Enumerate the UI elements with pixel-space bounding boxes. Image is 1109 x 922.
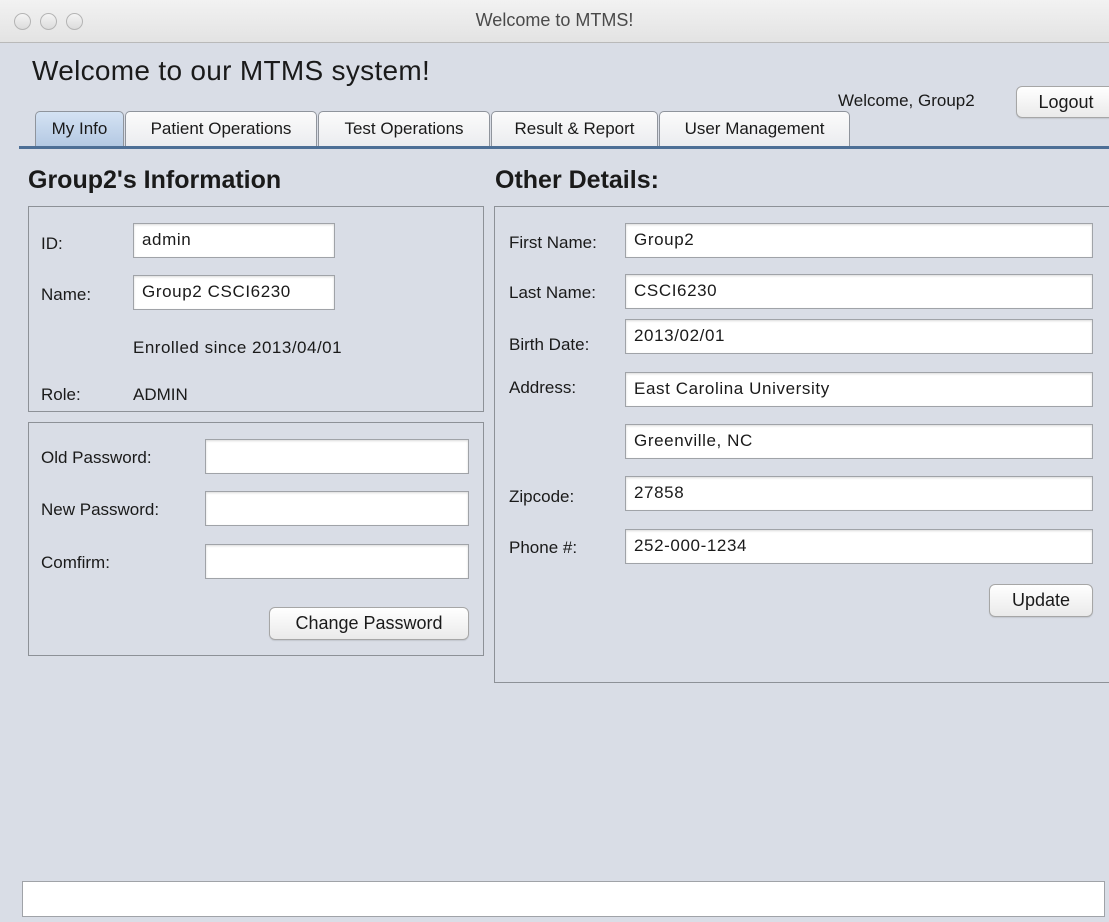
change-password-button[interactable]: Change Password: [269, 607, 469, 640]
id-field[interactable]: admin: [133, 223, 335, 258]
tab-patient-operations[interactable]: Patient Operations: [125, 111, 317, 146]
window-title: Welcome to MTMS!: [475, 10, 634, 30]
tab-result-report[interactable]: Result & Report: [491, 111, 658, 146]
name-label: Name:: [41, 285, 92, 304]
first-name-field[interactable]: Group2: [625, 223, 1093, 258]
last-name-field[interactable]: CSCI6230: [625, 274, 1093, 309]
password-panel: Old Password: New Password: Comfirm: Cha…: [28, 422, 484, 656]
info-section-title: Group2's Information: [28, 166, 282, 194]
update-button[interactable]: Update: [989, 584, 1093, 617]
birth-date-label: Birth Date:: [509, 335, 590, 354]
new-password-field[interactable]: [205, 491, 469, 526]
tab-user-management[interactable]: User Management: [659, 111, 850, 146]
role-value: ADMIN: [133, 385, 188, 404]
role-label: Role:: [41, 385, 81, 404]
first-name-label: First Name:: [509, 233, 597, 252]
address-label: Address:: [509, 378, 577, 397]
address-line2-field[interactable]: Greenville, NC: [625, 424, 1093, 459]
app-window: Welcome to MTMS! Welcome to our MTMS sys…: [0, 0, 1109, 922]
phone-label: Phone #:: [509, 538, 578, 557]
tab-divider: [19, 146, 1109, 149]
address-line1-field[interactable]: East Carolina University: [625, 372, 1093, 407]
id-label: ID:: [41, 234, 63, 253]
tab-my-info[interactable]: My Info: [35, 111, 124, 146]
details-panel: First Name: Group2 Last Name: CSCI6230 B…: [494, 206, 1109, 683]
birth-date-field[interactable]: 2013/02/01: [625, 319, 1093, 354]
logout-button[interactable]: Logout: [1016, 86, 1109, 118]
title-bar: Welcome to MTMS!: [0, 0, 1109, 43]
zipcode-label: Zipcode:: [509, 487, 575, 506]
tab-test-operations[interactable]: Test Operations: [318, 111, 490, 146]
phone-field[interactable]: 252-000-1234: [625, 529, 1093, 564]
old-password-field[interactable]: [205, 439, 469, 474]
enrolled-text: Enrolled since 2013/04/01: [133, 338, 343, 357]
app-heading: Welcome to our MTMS system!: [32, 55, 431, 86]
details-section-title: Other Details:: [495, 166, 659, 194]
old-password-label: Old Password:: [41, 448, 152, 467]
zipcode-field[interactable]: 27858: [625, 476, 1093, 511]
new-password-label: New Password:: [41, 500, 160, 519]
confirm-password-label: Comfirm:: [41, 553, 110, 572]
last-name-label: Last Name:: [509, 283, 596, 302]
welcome-user-text: Welcome, Group2: [838, 91, 975, 110]
status-field[interactable]: [22, 881, 1105, 917]
name-field[interactable]: Group2 CSCI6230: [133, 275, 335, 310]
info-panel: ID: admin Name: Group2 CSCI6230 Enrolled…: [28, 206, 484, 412]
confirm-password-field[interactable]: [205, 544, 469, 579]
